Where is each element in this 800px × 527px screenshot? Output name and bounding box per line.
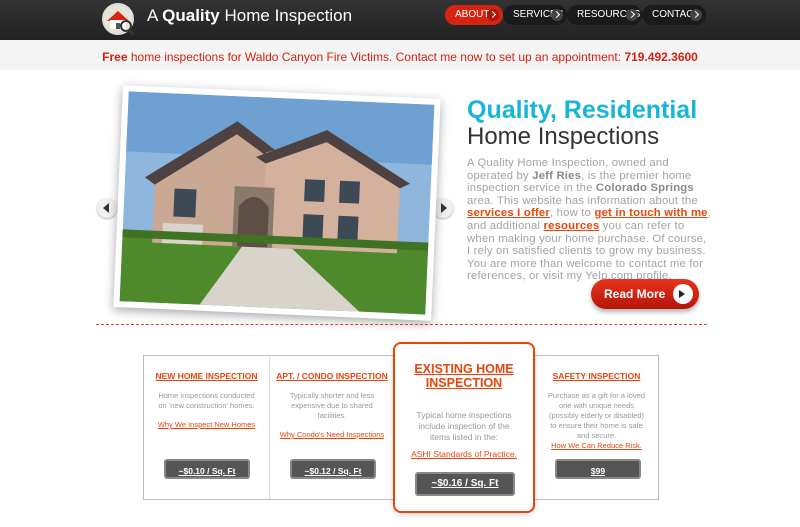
price-button[interactable]: ~$0.10 / Sq. Ft xyxy=(164,459,250,479)
card-link[interactable]: Why Condo's Need Inspections xyxy=(270,430,394,439)
nav-resources[interactable]: RESOURCES xyxy=(567,5,642,25)
promo-phone[interactable]: 719.492.3600 xyxy=(624,50,697,64)
read-more-button[interactable]: Read More xyxy=(591,279,699,309)
chevron-right-icon xyxy=(690,9,702,21)
logo-bold: Quality xyxy=(162,6,220,25)
card-link[interactable]: How We Can Reduce Risk. xyxy=(535,441,658,450)
chevron-right-icon xyxy=(441,203,447,213)
card-title[interactable]: SAFETY INSPECTION xyxy=(535,371,658,381)
chevron-right-icon xyxy=(551,9,563,21)
read-more-label: Read More xyxy=(604,287,666,301)
intro-part-4: , how to xyxy=(549,207,592,220)
card-description: Home inspections conducted on 'new const… xyxy=(158,391,255,410)
ashi-standards-link[interactable]: ASHI Standards of Practice. xyxy=(395,449,533,459)
promo-text: home inspections for Waldo Canyon Fire V… xyxy=(130,50,622,64)
nav-about-label: ABOUT xyxy=(455,9,490,20)
contact-link[interactable]: get in touch with me xyxy=(594,207,707,219)
pricing-card-new-home: NEW HOME INSPECTION Home inspections con… xyxy=(144,356,269,499)
chevron-right-icon xyxy=(487,9,499,21)
card-description: Purchase as a gift for a loved one with … xyxy=(547,391,646,440)
pricing-card-existing-home: EXISTING HOME INSPECTION Typical home in… xyxy=(393,342,535,513)
card-description: Typically shorter and less expensive due… xyxy=(289,391,375,420)
chevron-right-icon xyxy=(626,9,638,21)
pricing-card-safety: SAFETY INSPECTION Purchase as a gift for… xyxy=(534,356,658,499)
hero-subtitle: Home Inspections xyxy=(467,123,660,150)
nav-about[interactable]: ABOUT xyxy=(445,5,503,25)
logo-suffix: Home Inspection xyxy=(224,6,353,25)
nav-contact[interactable]: CONTACT xyxy=(642,5,706,25)
card-link[interactable]: Why We Inspect New Homes xyxy=(144,420,269,429)
price-button[interactable]: ~$0.12 / Sq. Ft xyxy=(290,459,376,479)
site-logo-text[interactable]: A Quality Home Inspection xyxy=(147,6,352,26)
logo-prefix: A xyxy=(147,6,158,25)
featured-card-description: Typical home inspections include inspect… xyxy=(416,410,512,442)
city-name: Colorado Springs xyxy=(595,182,694,195)
hero-title: Quality, Residential xyxy=(467,96,698,124)
slider-prev-button[interactable] xyxy=(97,198,117,218)
intro-part-3: area. This website has information about… xyxy=(467,194,698,207)
price-button[interactable]: $99 xyxy=(555,459,641,479)
card-title[interactable]: NEW HOME INSPECTION xyxy=(144,371,269,381)
promo-banner: Free home inspections for Waldo Canyon F… xyxy=(0,40,800,70)
pricing-card-condo: APT. / CONDO INSPECTION Typically shorte… xyxy=(269,356,394,499)
section-divider xyxy=(96,324,707,325)
chevron-left-icon xyxy=(103,203,109,213)
hero-slide-image xyxy=(113,85,441,321)
owner-name: Jeff Ries xyxy=(532,169,582,182)
logo-house-icon[interactable] xyxy=(99,2,137,37)
featured-card-title[interactable]: EXISTING HOME INSPECTION xyxy=(395,362,533,390)
card-title[interactable]: APT. / CONDO INSPECTION xyxy=(270,371,394,381)
play-arrow-icon xyxy=(673,284,693,304)
hero-intro-text: A Quality Home Inspection, owned and ope… xyxy=(467,157,712,283)
nav-services[interactable]: SERVICES xyxy=(503,5,567,25)
promo-free: Free xyxy=(102,50,128,64)
services-link[interactable]: services I offer xyxy=(467,207,550,219)
featured-price-button[interactable]: ~$0.16 / Sq. Ft xyxy=(415,472,515,496)
resources-link[interactable]: resources xyxy=(544,220,600,232)
site-header: A Quality Home Inspection ABOUT SERVICES… xyxy=(0,0,800,40)
